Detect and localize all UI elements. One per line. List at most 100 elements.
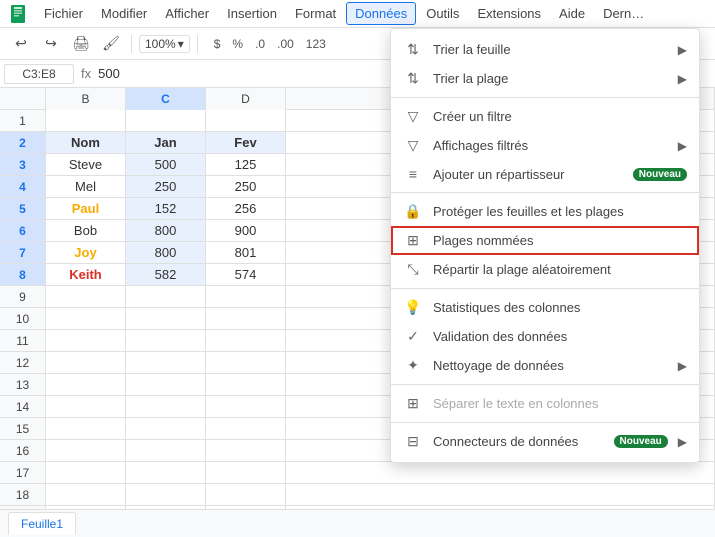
row-number[interactable]: 17 (0, 462, 46, 483)
menu-modifier[interactable]: Modifier (93, 3, 155, 24)
cell-d13[interactable] (206, 374, 286, 395)
dropdown-item-nettoyage[interactable]: ✦Nettoyage de données▶ (391, 351, 699, 380)
cell-d6[interactable]: 900 (206, 220, 286, 241)
currency-button[interactable]: $ (209, 35, 226, 53)
menu-dern[interactable]: Dern… (595, 3, 652, 24)
cell-b1[interactable] (46, 110, 126, 131)
cell-b12[interactable] (46, 352, 126, 373)
cell-d14[interactable] (206, 396, 286, 417)
cell-d7[interactable]: 801 (206, 242, 286, 263)
cell-c4[interactable]: 250 (126, 176, 206, 197)
cell-b17[interactable] (46, 462, 126, 483)
redo-button[interactable]: ↪ (38, 31, 64, 57)
dropdown-item-validation-donnees[interactable]: ✓Validation des données (391, 322, 699, 351)
cell-c13[interactable] (126, 374, 206, 395)
col-header-b[interactable]: B (46, 88, 126, 110)
menu-extensions[interactable]: Extensions (469, 3, 549, 24)
row-number[interactable]: 7 (0, 242, 46, 263)
menu-outils[interactable]: Outils (418, 3, 467, 24)
row-number[interactable]: 2 (0, 132, 46, 153)
cell-b6[interactable]: Bob (46, 220, 126, 241)
cell-b5[interactable]: Paul (46, 198, 126, 219)
row-number[interactable]: 3 (0, 154, 46, 175)
cell-d3[interactable]: 125 (206, 154, 286, 175)
dropdown-item-trier-feuille[interactable]: ⇅Trier la feuille▶ (391, 35, 699, 64)
dec3-button[interactable]: 123 (301, 35, 331, 53)
cell-b18[interactable] (46, 484, 126, 505)
row-number[interactable]: 15 (0, 418, 46, 439)
cell-c18[interactable] (126, 484, 206, 505)
cell-c8[interactable]: 582 (126, 264, 206, 285)
percent-button[interactable]: % (227, 35, 248, 53)
row-number[interactable]: 5 (0, 198, 46, 219)
row-number[interactable]: 1 (0, 110, 46, 131)
cell-b9[interactable] (46, 286, 126, 307)
cell-d11[interactable] (206, 330, 286, 351)
cell-b15[interactable] (46, 418, 126, 439)
cell-c7[interactable]: 800 (126, 242, 206, 263)
row-number[interactable]: 14 (0, 396, 46, 417)
cell-d5[interactable]: 256 (206, 198, 286, 219)
cell-d16[interactable] (206, 440, 286, 461)
dropdown-item-plages-nommees[interactable]: ⊞Plages nommées (391, 226, 699, 255)
cell-c17[interactable] (126, 462, 206, 483)
dec1-button[interactable]: .0 (250, 35, 270, 53)
paint-button[interactable]: 🖌 (98, 31, 124, 57)
cell-c14[interactable] (126, 396, 206, 417)
row-number[interactable]: 12 (0, 352, 46, 373)
cell-b11[interactable] (46, 330, 126, 351)
row-number[interactable]: 10 (0, 308, 46, 329)
menu-aide[interactable]: Aide (551, 3, 593, 24)
cell-b13[interactable] (46, 374, 126, 395)
dec2-button[interactable]: .00 (272, 35, 299, 53)
cell-d9[interactable] (206, 286, 286, 307)
cell-c6[interactable]: 800 (126, 220, 206, 241)
col-header-c[interactable]: C (126, 88, 206, 110)
cell-b8[interactable]: Keith (46, 264, 126, 285)
cell-d4[interactable]: 250 (206, 176, 286, 197)
row-number[interactable]: 6 (0, 220, 46, 241)
dropdown-item-connecteurs[interactable]: ⊟Connecteurs de donnéesNouveau▶ (391, 427, 699, 456)
cell-c11[interactable] (126, 330, 206, 351)
cell-c3[interactable]: 500 (126, 154, 206, 175)
dropdown-item-creer-filtre[interactable]: ▽Créer un filtre (391, 102, 699, 131)
menu-afficher[interactable]: Afficher (157, 3, 217, 24)
menu-insertion[interactable]: Insertion (219, 3, 285, 24)
cell-c1[interactable] (126, 110, 206, 131)
cell-b16[interactable] (46, 440, 126, 461)
dropdown-item-repartir-aleatoire[interactable]: ⤡Répartir la plage aléatoirement (391, 255, 699, 284)
undo-button[interactable]: ↩ (8, 31, 34, 57)
row-number[interactable]: 4 (0, 176, 46, 197)
print-button[interactable]: 🖨 (68, 31, 94, 57)
cell-d15[interactable] (206, 418, 286, 439)
row-number[interactable]: 13 (0, 374, 46, 395)
cell-d8[interactable]: 574 (206, 264, 286, 285)
cell-c16[interactable] (126, 440, 206, 461)
cell-c12[interactable] (126, 352, 206, 373)
menu-fichier[interactable]: Fichier (36, 3, 91, 24)
dropdown-item-stats-colonnes[interactable]: 💡Statistiques des colonnes (391, 293, 699, 322)
cell-d17[interactable] (206, 462, 286, 483)
row-number[interactable]: 8 (0, 264, 46, 285)
row-number[interactable]: 11 (0, 330, 46, 351)
cell-d10[interactable] (206, 308, 286, 329)
row-number[interactable]: 16 (0, 440, 46, 461)
dropdown-item-affichages-filtres[interactable]: ▽Affichages filtrés▶ (391, 131, 699, 160)
sheet-tab-feuille1[interactable]: Feuille1 (8, 512, 76, 535)
dropdown-item-proteger[interactable]: 🔒Protéger les feuilles et les plages (391, 197, 699, 226)
menu-format[interactable]: Format (287, 3, 344, 24)
cell-c5[interactable]: 152 (126, 198, 206, 219)
dropdown-item-ajouter-repartisseur[interactable]: ≡Ajouter un répartisseurNouveau (391, 160, 699, 188)
row-number[interactable]: 9 (0, 286, 46, 307)
zoom-selector[interactable]: 100% ▾ (139, 35, 190, 53)
cell-d12[interactable] (206, 352, 286, 373)
cell-c2[interactable]: Jan (126, 132, 206, 153)
cell-b4[interactable]: Mel (46, 176, 126, 197)
menu-donnees[interactable]: Données (346, 2, 416, 25)
cell-b7[interactable]: Joy (46, 242, 126, 263)
cell-d1[interactable] (206, 110, 286, 131)
cell-b2[interactable]: Nom (46, 132, 126, 153)
col-header-d[interactable]: D (206, 88, 286, 110)
cell-d2[interactable]: Fev (206, 132, 286, 153)
name-box[interactable] (4, 64, 74, 84)
